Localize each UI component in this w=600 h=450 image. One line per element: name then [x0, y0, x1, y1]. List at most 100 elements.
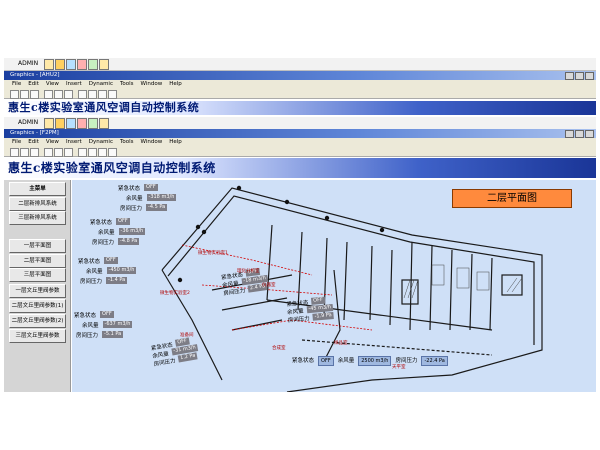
cut-icon[interactable] [44, 148, 53, 157]
tool-icon[interactable] [99, 118, 109, 129]
tool-icon[interactable] [88, 59, 98, 70]
airflow-label: 余风量 [126, 196, 143, 202]
maximize-icon[interactable] [575, 72, 584, 80]
close-icon[interactable] [585, 72, 594, 80]
sidebar-item-main-menu[interactable]: 主菜单 [9, 182, 66, 196]
menu-tools[interactable]: Tools [120, 138, 134, 147]
pressure-label: 房间压力 [80, 279, 103, 285]
menu-view[interactable]: View [46, 138, 59, 147]
zoom-icon[interactable] [98, 148, 107, 157]
pressure-label: 房间压力 [76, 333, 99, 339]
menu-edit[interactable]: Edit [28, 138, 39, 147]
tool-icon[interactable] [77, 118, 87, 129]
print-icon[interactable] [88, 148, 97, 157]
sidebar-item-f2-plan[interactable]: 二层平面图 [9, 254, 66, 268]
banner-title: 惠生c楼实验室通风空调自动控制系统 [8, 101, 200, 114]
tool-icon[interactable] [44, 59, 54, 70]
new-icon[interactable] [10, 148, 19, 157]
emergency-label: 紧急状态 [118, 186, 141, 192]
print-icon[interactable] [88, 90, 97, 99]
tool-icon[interactable] [66, 59, 76, 70]
emergency-value: OFF [144, 184, 158, 191]
room-tag: 样品室 [334, 341, 348, 346]
toolbar-ahu2 [4, 89, 596, 99]
menu-window[interactable]: Window [141, 138, 163, 147]
emergency-label: 紧急状态 [78, 259, 101, 265]
banner-f2pm: 惠生c楼实验室通风空调自动控制系统 [4, 158, 596, 178]
airflow-label: 余风量 [86, 269, 103, 275]
undo-icon[interactable] [78, 90, 87, 99]
paste-icon[interactable] [64, 90, 73, 99]
tool-icon[interactable] [44, 118, 54, 129]
tool-icon[interactable] [99, 59, 109, 70]
copy-icon[interactable] [54, 148, 63, 157]
menu-tools[interactable]: Tools [120, 80, 134, 89]
floor-plan-canvas: 二层平面图 紧急状态 OFF 余风量 -318 m3/h 房间压力 -4.5 P… [72, 180, 596, 392]
pressure-label: 房间压力 [395, 358, 418, 364]
menu-insert[interactable]: Insert [66, 80, 82, 89]
tool-icon[interactable] [66, 118, 76, 129]
menu-edit[interactable]: Edit [28, 80, 39, 89]
sidebar-item-f3-plan[interactable]: 三层平面图 [9, 268, 66, 282]
emergency-value: OFF [100, 311, 114, 318]
pressure-label: 房间压力 [120, 206, 143, 212]
help-icon[interactable] [108, 148, 117, 157]
save-icon[interactable] [30, 148, 39, 157]
tool-icon[interactable] [55, 118, 65, 129]
airflow-value: -637 m3/h [102, 321, 133, 328]
menu-window[interactable]: Window [141, 80, 163, 89]
menu-dynamic[interactable]: Dynamic [89, 138, 113, 147]
airflow-value: -36 m3/h [118, 228, 146, 235]
copy-icon[interactable] [54, 90, 63, 99]
maximize-icon[interactable] [575, 130, 584, 138]
tool-icon[interactable] [55, 59, 65, 70]
open-icon[interactable] [20, 148, 29, 157]
floor-title-box: 二层平面图 [452, 189, 572, 208]
pressure-value: -4.8 Pa [118, 238, 140, 245]
emergency-label: 紧急状态 [90, 220, 113, 226]
menu-insert[interactable]: Insert [66, 138, 82, 147]
window-title-bar-ahu2[interactable]: Graphics - [AHU2] [4, 71, 596, 80]
undo-icon[interactable] [78, 148, 87, 157]
pressure-value: -1.4 Pa [106, 277, 128, 284]
sidebar-item-f1-plan[interactable]: 一层平面图 [9, 239, 66, 253]
sidebar-item-f3-ventilation[interactable]: 三层新排风系统 [9, 211, 66, 225]
sidebar-item-f2-ventilation[interactable]: 二层新排风系统 [9, 197, 66, 211]
window-title: Graphics - [F2PM] [10, 130, 59, 136]
room-panel: 紧急状态 OFF 余风量 -318 m3/h 房间压力 -4.5 Pa [118, 184, 177, 212]
close-icon[interactable] [585, 130, 594, 138]
menu-view[interactable]: View [46, 80, 59, 89]
pressure-value: -5.1 Pa [102, 331, 124, 338]
sidebar-item-f1-venturi[interactable]: 一层文丘里阀参数 [9, 284, 66, 298]
help-icon[interactable] [108, 90, 117, 99]
new-icon[interactable] [10, 90, 19, 99]
cut-icon[interactable] [44, 90, 53, 99]
menu-help[interactable]: Help [169, 138, 182, 147]
window-title: Graphics - [AHU2] [10, 72, 60, 78]
banner-title: 惠生c楼实验室通风空调自动控制系统 [8, 161, 216, 175]
minimize-icon[interactable] [565, 72, 574, 80]
room-panel: 紧急状态 OFF 余风量 -36 m3/h 房间压力 -4.8 Pa [90, 218, 146, 246]
menu-dynamic[interactable]: Dynamic [89, 80, 113, 89]
menu-help[interactable]: Help [169, 80, 182, 89]
sidebar-item-f3-venturi[interactable]: 三层文丘里阀参数 [9, 329, 66, 343]
zoom-icon[interactable] [98, 90, 107, 99]
menu-bar-ahu2: File Edit View Insert Dynamic Tools Wind… [4, 80, 596, 89]
window-controls [565, 72, 594, 80]
emergency-value: OFF [116, 218, 130, 225]
paste-icon[interactable] [64, 148, 73, 157]
admin-icon-group [44, 59, 109, 70]
sidebar-item-f2-venturi-1[interactable]: 二层文丘里阀参数(1) [9, 299, 66, 313]
tool-icon[interactable] [88, 118, 98, 129]
emergency-value: OFF [318, 356, 334, 366]
open-icon[interactable] [20, 90, 29, 99]
emergency-value: OFF [104, 257, 118, 264]
sidebar-item-f2-venturi-2[interactable]: 二层文丘里阀参数(2) [9, 314, 66, 328]
tool-icon[interactable] [77, 59, 87, 70]
window-title-bar-f2pm[interactable]: Graphics - [F2PM] [4, 129, 596, 138]
menu-file[interactable]: File [12, 80, 21, 89]
toolbar-f2pm [4, 147, 596, 157]
menu-file[interactable]: File [12, 138, 21, 147]
save-icon[interactable] [30, 90, 39, 99]
minimize-icon[interactable] [565, 130, 574, 138]
